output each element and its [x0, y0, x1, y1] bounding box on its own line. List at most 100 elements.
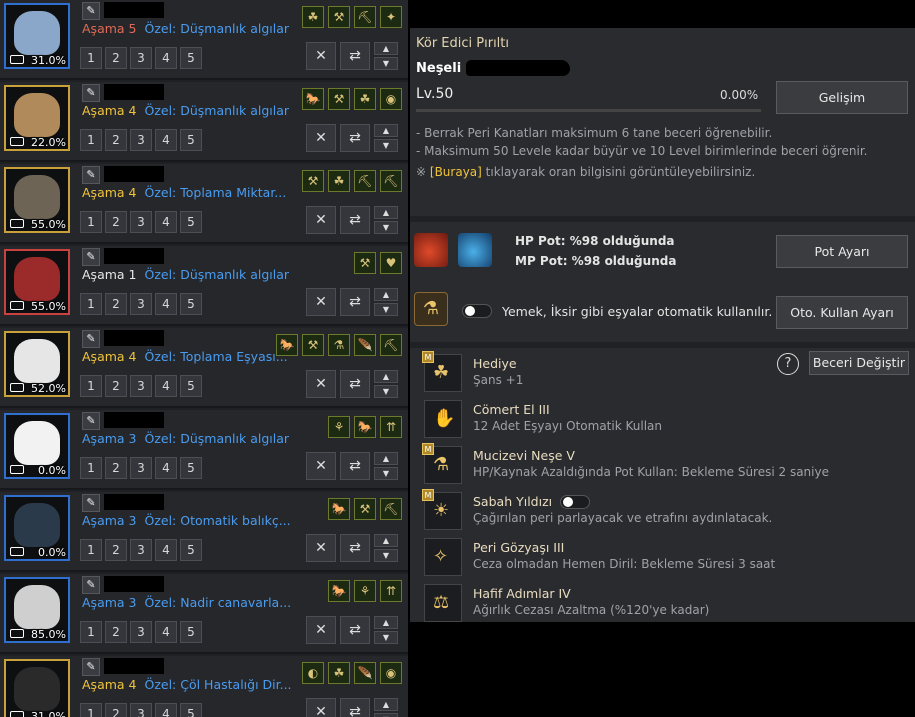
swap-icon[interactable]: ⇄ — [340, 42, 370, 70]
swap-icon[interactable]: ⇄ — [340, 698, 370, 717]
rename-pencil-icon[interactable]: ✎ — [82, 576, 100, 594]
pet-skill-icon[interactable]: 🐎 — [354, 416, 376, 438]
pet-skill-icon[interactable]: ⛏ — [380, 334, 402, 356]
pet-skill-icon[interactable]: ⛏ — [380, 170, 402, 192]
auto-use-toggle[interactable] — [462, 304, 492, 318]
slot-button[interactable]: 2 — [105, 621, 127, 643]
move-up-icon[interactable]: ▲ — [374, 534, 398, 547]
develop-button[interactable]: Gelişim — [776, 81, 908, 114]
dismiss-icon[interactable]: ✕ — [306, 42, 336, 70]
slot-button[interactable]: 1 — [80, 47, 102, 69]
move-up-icon[interactable]: ▲ — [374, 616, 398, 629]
rename-pencil-icon[interactable]: ✎ — [82, 330, 100, 348]
pet-skill-icon[interactable]: ☘ — [302, 6, 324, 28]
slot-button[interactable]: 3 — [130, 539, 152, 561]
pet-skill-icon[interactable]: ⚘ — [328, 416, 350, 438]
slot-button[interactable]: 1 — [80, 293, 102, 315]
slot-button[interactable]: 4 — [155, 457, 177, 479]
pet-portrait[interactable]: 85.0% — [4, 577, 70, 643]
slot-button[interactable]: 1 — [80, 539, 102, 561]
slot-button[interactable]: 3 — [130, 293, 152, 315]
swap-icon[interactable]: ⇄ — [340, 616, 370, 644]
dismiss-icon[interactable]: ✕ — [306, 452, 336, 480]
dismiss-icon[interactable]: ✕ — [306, 370, 336, 398]
dismiss-icon[interactable]: ✕ — [306, 206, 336, 234]
slot-button[interactable]: 2 — [105, 293, 127, 315]
slot-button[interactable]: 2 — [105, 375, 127, 397]
move-down-icon[interactable]: ▼ — [374, 467, 398, 480]
slot-button[interactable]: 2 — [105, 47, 127, 69]
slot-button[interactable]: 3 — [130, 703, 152, 717]
pet-skill-icon[interactable]: ✦ — [380, 6, 402, 28]
rename-pencil-icon[interactable]: ✎ — [82, 166, 100, 184]
pet-row[interactable]: 31.0% ✎ Aşama 5 Özel: Düşmanlık algılar … — [0, 0, 408, 80]
auto-use-settings-button[interactable]: Oto. Kullan Ayarı — [776, 296, 908, 329]
pet-skill-icon[interactable]: ⛏ — [354, 170, 376, 192]
slot-button[interactable]: 4 — [155, 621, 177, 643]
slot-button[interactable]: 1 — [80, 129, 102, 151]
slot-button[interactable]: 1 — [80, 375, 102, 397]
pet-skill-icon[interactable]: ⚒ — [328, 6, 350, 28]
hp-potion-icon[interactable] — [414, 233, 448, 267]
slot-button[interactable]: 5 — [180, 211, 202, 233]
slot-button[interactable]: 4 — [155, 211, 177, 233]
swap-icon[interactable]: ⇄ — [340, 534, 370, 562]
pet-skill-icon[interactable]: ⛏ — [354, 6, 376, 28]
slot-button[interactable]: 1 — [80, 703, 102, 717]
swap-icon[interactable]: ⇄ — [340, 288, 370, 316]
dismiss-icon[interactable]: ✕ — [306, 698, 336, 717]
slot-button[interactable]: 3 — [130, 129, 152, 151]
slot-button[interactable]: 4 — [155, 375, 177, 397]
dismiss-icon[interactable]: ✕ — [306, 288, 336, 316]
rename-pencil-icon[interactable]: ✎ — [82, 494, 100, 512]
move-up-icon[interactable]: ▲ — [374, 124, 398, 137]
move-down-icon[interactable]: ▼ — [374, 713, 398, 717]
move-down-icon[interactable]: ▼ — [374, 303, 398, 316]
pet-skill-icon[interactable]: ☘ — [354, 88, 376, 110]
pet-skill-icon[interactable]: ◐ — [302, 662, 324, 684]
move-up-icon[interactable]: ▲ — [374, 42, 398, 55]
slot-button[interactable]: 4 — [155, 47, 177, 69]
dismiss-icon[interactable]: ✕ — [306, 616, 336, 644]
move-up-icon[interactable]: ▲ — [374, 288, 398, 301]
pet-row[interactable]: 55.0% ✎ Aşama 1 Özel: Düşmanlık algılar … — [0, 246, 408, 326]
pet-skill-icon[interactable]: ⚒ — [302, 170, 324, 192]
pet-skill-icon[interactable]: ☘ — [328, 662, 350, 684]
slot-button[interactable]: 2 — [105, 539, 127, 561]
mp-potion-icon[interactable] — [458, 233, 492, 267]
pet-skill-icon[interactable]: ⚒ — [328, 88, 350, 110]
slot-button[interactable]: 1 — [80, 211, 102, 233]
pet-skill-icon[interactable]: ⛏ — [380, 498, 402, 520]
pet-skill-icon[interactable]: 🐎 — [328, 580, 350, 602]
move-down-icon[interactable]: ▼ — [374, 57, 398, 70]
slot-button[interactable]: 3 — [130, 211, 152, 233]
slot-button[interactable]: 5 — [180, 293, 202, 315]
slot-button[interactable]: 2 — [105, 457, 127, 479]
slot-button[interactable]: 5 — [180, 621, 202, 643]
pet-skill-icon[interactable]: ⚒ — [354, 498, 376, 520]
pet-skill-icon[interactable]: ◉ — [380, 88, 402, 110]
slot-button[interactable]: 1 — [80, 621, 102, 643]
pet-portrait[interactable]: 22.0% — [4, 85, 70, 151]
slot-button[interactable]: 2 — [105, 211, 127, 233]
rename-pencil-icon[interactable]: ✎ — [82, 2, 100, 20]
help-icon[interactable]: ? — [777, 353, 799, 375]
swap-icon[interactable]: ⇄ — [340, 452, 370, 480]
pet-row[interactable]: 22.0% ✎ Aşama 4 Özel: Düşmanlık algılar … — [0, 82, 408, 162]
slot-button[interactable]: 4 — [155, 703, 177, 717]
dismiss-icon[interactable]: ✕ — [306, 534, 336, 562]
rename-pencil-icon[interactable]: ✎ — [82, 248, 100, 266]
rate-info-link[interactable]: [Buraya] — [430, 165, 482, 179]
slot-button[interactable]: 4 — [155, 539, 177, 561]
move-down-icon[interactable]: ▼ — [374, 139, 398, 152]
slot-button[interactable]: 4 — [155, 129, 177, 151]
skill-icon[interactable]: ✋ — [424, 400, 462, 438]
pet-portrait[interactable]: 0.0% — [4, 413, 70, 479]
swap-icon[interactable]: ⇄ — [340, 124, 370, 152]
pet-skill-icon[interactable]: 🐎 — [276, 334, 298, 356]
pet-skill-icon[interactable]: ♥ — [380, 252, 402, 274]
rename-pencil-icon[interactable]: ✎ — [82, 412, 100, 430]
pot-settings-button[interactable]: Pot Ayarı — [776, 235, 908, 268]
pet-skill-icon[interactable]: ⚗ — [328, 334, 350, 356]
slot-button[interactable]: 5 — [180, 539, 202, 561]
